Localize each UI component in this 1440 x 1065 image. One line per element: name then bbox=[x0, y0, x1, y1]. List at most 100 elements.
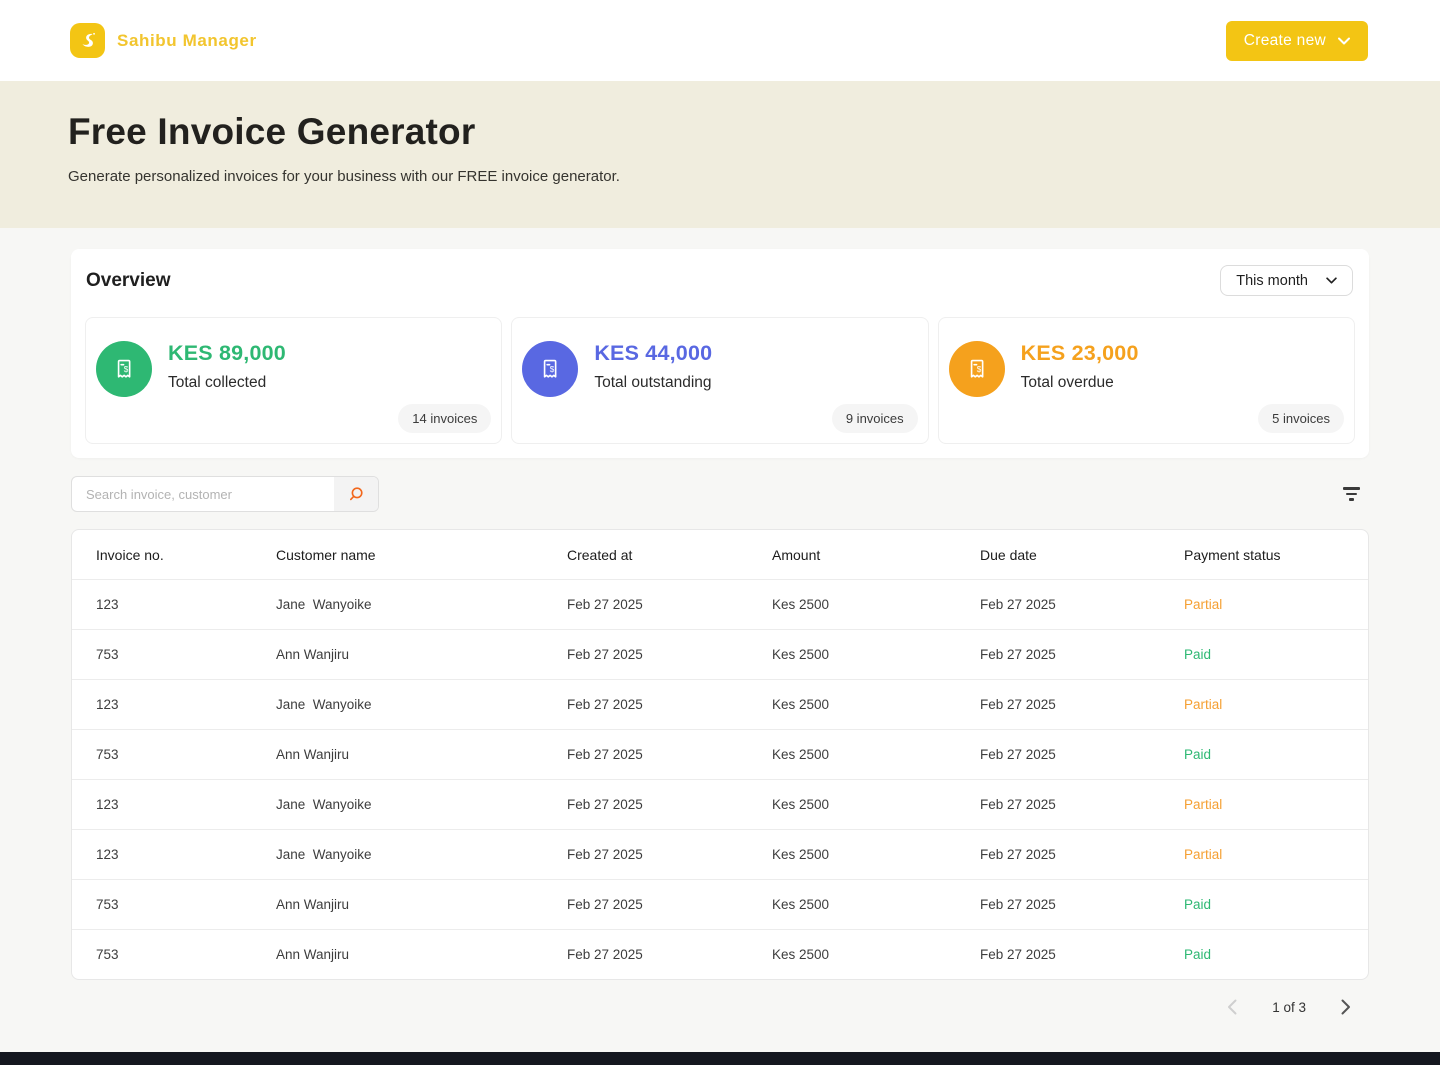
next-page-button[interactable] bbox=[1339, 997, 1353, 1017]
page-subtitle: Generate personalized invoices for your … bbox=[68, 168, 1372, 185]
invoice-count-badge: 9 invoices bbox=[832, 404, 918, 433]
table-row[interactable]: 753Ann WanjiruFeb 27 2025Kes 2500Feb 27 … bbox=[72, 879, 1368, 929]
cell-due-date: Feb 27 2025 bbox=[980, 697, 1184, 712]
cell-due-date: Feb 27 2025 bbox=[980, 797, 1184, 812]
cell-created-at: Feb 27 2025 bbox=[567, 797, 772, 812]
cell-invoice-no: 753 bbox=[96, 947, 276, 962]
search-input[interactable] bbox=[72, 477, 334, 511]
cell-customer: Ann Wanjiru bbox=[276, 647, 567, 662]
stat-label: Total overdue bbox=[1021, 374, 1139, 392]
stat-card-total-overdue: $ KES 23,000 Total overdue 5 invoices bbox=[938, 317, 1355, 444]
payment-status-badge: Paid bbox=[1184, 747, 1344, 762]
svg-text:$: $ bbox=[976, 365, 981, 374]
cell-created-at: Feb 27 2025 bbox=[567, 847, 772, 862]
cell-created-at: Feb 27 2025 bbox=[567, 647, 772, 662]
payment-status-badge: Paid bbox=[1184, 947, 1344, 962]
payment-status-badge: Partial bbox=[1184, 847, 1344, 862]
payment-status-badge: Partial bbox=[1184, 597, 1344, 612]
brand-name: Sahibu Manager bbox=[117, 31, 257, 51]
cell-customer: Jane Wanyoike bbox=[276, 797, 567, 812]
column-header-payment-status: Payment status bbox=[1184, 547, 1344, 563]
svg-text:$: $ bbox=[124, 365, 129, 374]
table-row[interactable]: 123Jane WanyoikeFeb 27 2025Kes 2500Feb 2… bbox=[72, 829, 1368, 879]
cell-invoice-no: 753 bbox=[96, 747, 276, 762]
chevron-left-icon bbox=[1227, 999, 1237, 1015]
table-body: 123Jane WanyoikeFeb 27 2025Kes 2500Feb 2… bbox=[72, 579, 1368, 979]
prev-page-button[interactable] bbox=[1225, 997, 1239, 1017]
cell-customer: Jane Wanyoike bbox=[276, 847, 567, 862]
cell-due-date: Feb 27 2025 bbox=[980, 947, 1184, 962]
search-box bbox=[71, 476, 379, 512]
cell-customer: Ann Wanjiru bbox=[276, 947, 567, 962]
svg-text:$: $ bbox=[550, 365, 555, 374]
payment-status-badge: Partial bbox=[1184, 797, 1344, 812]
cell-amount: Kes 2500 bbox=[772, 647, 980, 662]
cell-customer: Ann Wanjiru bbox=[276, 897, 567, 912]
page-title: Free Invoice Generator bbox=[68, 111, 1372, 153]
cell-due-date: Feb 27 2025 bbox=[980, 847, 1184, 862]
cell-due-date: Feb 27 2025 bbox=[980, 647, 1184, 662]
cell-invoice-no: 123 bbox=[96, 597, 276, 612]
app-header: Sahibu Manager Create new bbox=[0, 0, 1440, 81]
search-button[interactable] bbox=[334, 477, 378, 511]
cell-amount: Kes 2500 bbox=[772, 797, 980, 812]
cell-customer: Jane Wanyoike bbox=[276, 697, 567, 712]
column-header-created-at: Created at bbox=[567, 547, 772, 563]
period-select[interactable]: This month bbox=[1220, 265, 1353, 296]
period-select-value: This month bbox=[1236, 273, 1308, 289]
cell-due-date: Feb 27 2025 bbox=[980, 597, 1184, 612]
stat-amount: KES 89,000 bbox=[168, 341, 286, 366]
invoice-count-badge: 14 invoices bbox=[398, 404, 491, 433]
cell-amount: Kes 2500 bbox=[772, 847, 980, 862]
table-row[interactable]: 753Ann WanjiruFeb 27 2025Kes 2500Feb 27 … bbox=[72, 629, 1368, 679]
receipt-icon: $ bbox=[96, 341, 152, 397]
stat-card-total-outstanding: $ KES 44,000 Total outstanding 9 invoice… bbox=[511, 317, 928, 444]
table-row[interactable]: 123Jane WanyoikeFeb 27 2025Kes 2500Feb 2… bbox=[72, 679, 1368, 729]
cell-created-at: Feb 27 2025 bbox=[567, 697, 772, 712]
brand-logo[interactable]: Sahibu Manager bbox=[70, 23, 257, 58]
footer-strip bbox=[0, 1052, 1440, 1065]
filter-button[interactable] bbox=[1339, 483, 1364, 505]
sahibu-logo-icon bbox=[70, 23, 105, 58]
receipt-icon: $ bbox=[949, 341, 1005, 397]
hero-section: Free Invoice Generator Generate personal… bbox=[0, 81, 1440, 228]
table-header: Invoice no. Customer name Created at Amo… bbox=[72, 530, 1368, 579]
cell-customer: Jane Wanyoike bbox=[276, 597, 567, 612]
receipt-icon: $ bbox=[522, 341, 578, 397]
table-row[interactable]: 753Ann WanjiruFeb 27 2025Kes 2500Feb 27 … bbox=[72, 929, 1368, 979]
invoice-count-badge: 5 invoices bbox=[1258, 404, 1344, 433]
table-row[interactable]: 753Ann WanjiruFeb 27 2025Kes 2500Feb 27 … bbox=[72, 729, 1368, 779]
column-header-invoice-no: Invoice no. bbox=[96, 547, 276, 563]
payment-status-badge: Paid bbox=[1184, 897, 1344, 912]
stat-card-total-collected: $ KES 89,000 Total collected 14 invoices bbox=[85, 317, 502, 444]
cell-invoice-no: 753 bbox=[96, 647, 276, 662]
stat-amount: KES 44,000 bbox=[594, 341, 712, 366]
payment-status-badge: Partial bbox=[1184, 697, 1344, 712]
cell-created-at: Feb 27 2025 bbox=[567, 947, 772, 962]
column-header-customer-name: Customer name bbox=[276, 547, 567, 563]
cell-created-at: Feb 27 2025 bbox=[567, 747, 772, 762]
overview-title: Overview bbox=[85, 270, 171, 292]
cell-amount: Kes 2500 bbox=[772, 747, 980, 762]
cell-invoice-no: 123 bbox=[96, 797, 276, 812]
stat-amount: KES 23,000 bbox=[1021, 341, 1139, 366]
create-new-label: Create new bbox=[1244, 32, 1326, 50]
stat-label: Total outstanding bbox=[594, 374, 712, 392]
cell-amount: Kes 2500 bbox=[772, 897, 980, 912]
search-icon bbox=[347, 485, 365, 503]
cell-invoice-no: 753 bbox=[96, 897, 276, 912]
chevron-right-icon bbox=[1341, 999, 1351, 1015]
page-indicator: 1 of 3 bbox=[1272, 1000, 1306, 1015]
create-new-button[interactable]: Create new bbox=[1226, 21, 1368, 61]
payment-status-badge: Paid bbox=[1184, 647, 1344, 662]
chevron-down-icon bbox=[1326, 277, 1337, 284]
cell-created-at: Feb 27 2025 bbox=[567, 897, 772, 912]
invoice-table: Invoice no. Customer name Created at Amo… bbox=[71, 529, 1369, 980]
table-row[interactable]: 123Jane WanyoikeFeb 27 2025Kes 2500Feb 2… bbox=[72, 579, 1368, 629]
column-header-due-date: Due date bbox=[980, 547, 1184, 563]
cell-due-date: Feb 27 2025 bbox=[980, 747, 1184, 762]
cell-created-at: Feb 27 2025 bbox=[567, 597, 772, 612]
table-row[interactable]: 123Jane WanyoikeFeb 27 2025Kes 2500Feb 2… bbox=[72, 779, 1368, 829]
cell-due-date: Feb 27 2025 bbox=[980, 897, 1184, 912]
cell-invoice-no: 123 bbox=[96, 847, 276, 862]
